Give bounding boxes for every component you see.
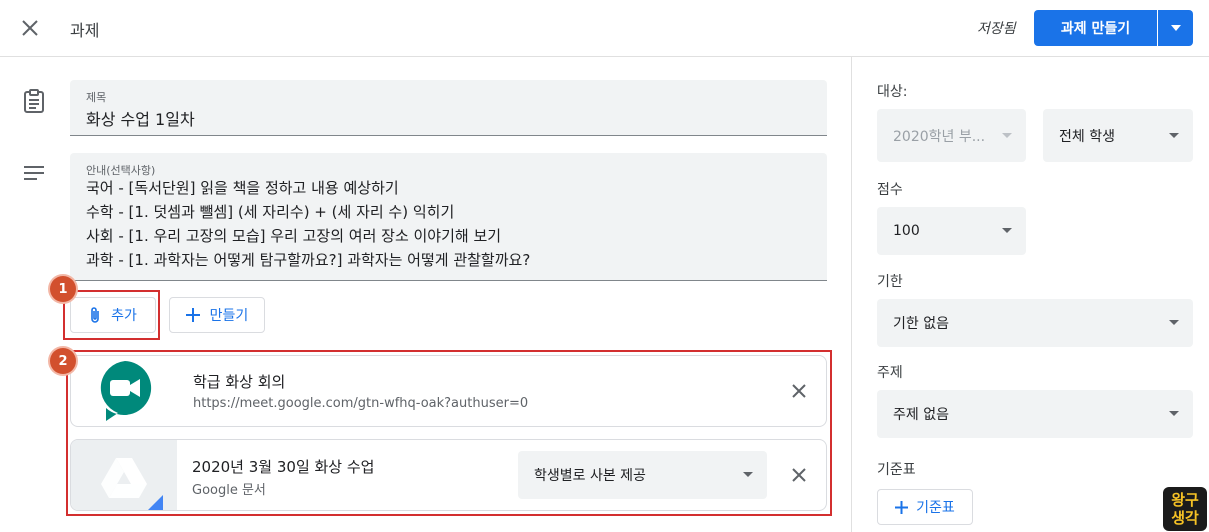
class-select[interactable]: 2020학년 부...: [877, 109, 1026, 162]
page-title: 과제: [70, 21, 100, 40]
topic-value: 주제 없음: [893, 407, 949, 423]
create-button-label: 만들기: [209, 308, 249, 324]
app-header: 과제 저장됨 과제 만들기: [0, 0, 1209, 57]
title-field-value: 화상 수업 1일차: [86, 110, 195, 129]
close-icon: [22, 20, 38, 36]
create-attachment-button[interactable]: 만들기: [169, 297, 265, 333]
topic-select[interactable]: 주제 없음: [877, 390, 1193, 438]
class-value: 2020학년 부...: [893, 128, 986, 145]
plus-icon: [185, 308, 200, 322]
caret-down-icon: [1169, 132, 1179, 138]
points-select[interactable]: 100: [877, 207, 1026, 255]
caret-down-icon: [1002, 228, 1012, 233]
title-field-label: 제목: [86, 91, 107, 104]
points-value: 100: [893, 223, 920, 239]
description-field[interactable]: 안내(선택사항) 국어 - [독서단원] 읽을 책을 정하고 내용 예상하기 수…: [70, 153, 827, 281]
title-field[interactable]: 제목 화상 수업 1일차: [70, 80, 827, 136]
caret-down-icon: [1169, 320, 1179, 325]
create-options-dropdown[interactable]: [1158, 10, 1193, 46]
points-label: 점수: [877, 182, 903, 198]
students-value: 전체 학생: [1059, 128, 1115, 145]
add-rubric-button[interactable]: 기준표: [877, 489, 973, 525]
logo-line: 왕구: [1171, 491, 1199, 509]
annotation-badge-1: 1: [50, 276, 76, 302]
due-label: 기한: [877, 274, 903, 290]
description-line: 수학 - [1. 덧셈과 뺄셈] (세 자리수) + (세 자리 수) 익히기: [86, 203, 455, 221]
rubric-button-label: 기준표: [916, 500, 955, 516]
description-line: 과학 - [1. 과학자는 어떻게 탐구할까요?] 과학자는 어떻게 관찰할까요…: [86, 251, 531, 269]
caret-down-icon: [1169, 411, 1179, 416]
description-line: 국어 - [독서단원] 읽을 책을 정하고 내용 예상하기: [86, 179, 399, 197]
rubric-label: 기준표: [877, 462, 916, 478]
assignment-icon: [24, 89, 44, 113]
plus-icon: [895, 500, 909, 514]
topic-label: 주제: [877, 365, 903, 381]
annotation-badge-2: 2: [50, 348, 76, 374]
saved-status: 저장됨: [977, 21, 1016, 37]
caret-down-icon: [1170, 25, 1181, 31]
settings-sidebar: 대상: 2020학년 부... 전체 학생 점수 100 기한 기한 없음 주제…: [851, 57, 1209, 532]
description-field-label: 안내(선택사항): [86, 164, 156, 177]
channel-logo: 왕구 생각: [1163, 487, 1207, 531]
create-assignment-button[interactable]: 과제 만들기: [1034, 10, 1157, 46]
caret-down-icon: [1002, 132, 1012, 138]
close-button[interactable]: [16, 14, 44, 42]
annotation-box-1: [63, 290, 160, 340]
annotation-box-2: [66, 350, 832, 516]
for-label: 대상:: [877, 84, 908, 100]
description-line: 사회 - [1. 우리 고장의 모습] 우리 고장의 여러 장소 이야기해 보기: [86, 227, 502, 245]
description-icon: [24, 166, 44, 180]
due-select[interactable]: 기한 없음: [877, 299, 1193, 347]
logo-line: 생각: [1171, 509, 1199, 527]
due-value: 기한 없음: [893, 316, 949, 332]
students-select[interactable]: 전체 학생: [1043, 109, 1193, 162]
